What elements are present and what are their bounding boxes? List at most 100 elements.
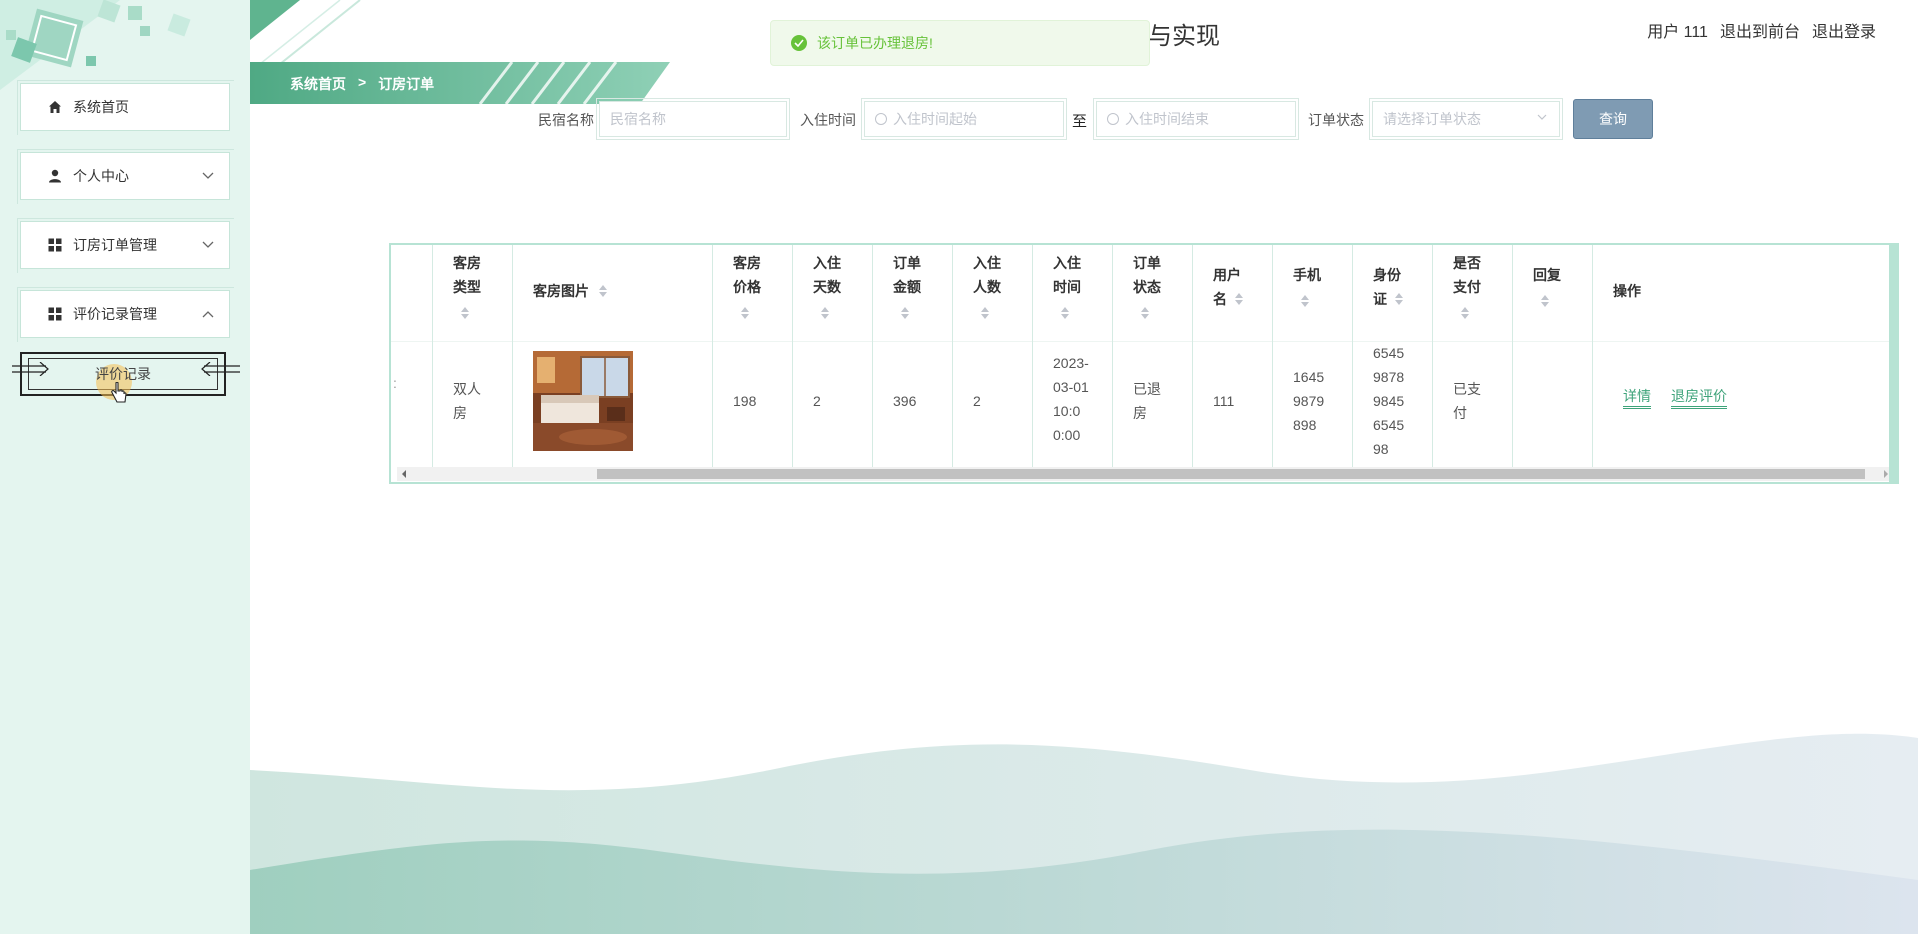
orders-table: : 客房 类型 双人房 客房图片 客房 价格 198 入住 天数 2 订单 金额… [389, 243, 1899, 484]
sort-icon[interactable] [1461, 307, 1469, 319]
header-days[interactable]: 入住 天数 [813, 251, 841, 299]
header-room-image[interactable]: 客房图片 [533, 279, 589, 303]
cell-order-status: 已退房 [1133, 381, 1161, 421]
cell-checkin-time: 2023- 03-01 10:0 0:00 [1053, 355, 1089, 443]
cell-room-price: 198 [733, 393, 757, 409]
table-column-paid: 是否 支付 已支付 [1433, 245, 1513, 467]
site-title: 与实现 [1148, 23, 1220, 50]
sidebar-item-label: 评价记录管理 [73, 306, 157, 322]
header-reply[interactable]: 回复 [1533, 263, 1561, 287]
range-separator: 至 [1072, 113, 1088, 130]
header-paid[interactable]: 是否 支付 [1453, 251, 1481, 299]
sidebar-item-label: 系统首页 [73, 99, 129, 115]
table-column-username: 用户名 111 [1193, 245, 1273, 467]
breadcrumb: 系统首页 > 订房订单 [290, 74, 434, 94]
table-column-clipped: : [391, 245, 433, 467]
breadcrumb-current: 订房订单 [378, 76, 435, 92]
table-column-days: 入住 天数 2 [793, 245, 873, 467]
clock-icon [875, 113, 887, 125]
user-icon [47, 168, 63, 184]
sort-icon[interactable] [1301, 295, 1309, 307]
checkin-end-input[interactable]: 入住时间结束 [1093, 98, 1299, 140]
grid-icon [47, 237, 63, 253]
order-status-placeholder: 请选择订单状态 [1383, 111, 1481, 127]
logout-link[interactable]: 退出登录 [1812, 18, 1876, 42]
header-amount[interactable]: 订单 金额 [893, 251, 921, 299]
sort-icon[interactable] [741, 307, 749, 319]
check-circle-icon [791, 35, 807, 51]
sort-icon[interactable] [901, 307, 909, 319]
sidebar-item-profile[interactable]: 个人中心 [17, 149, 234, 204]
sidebar-item-label: 个人中心 [73, 168, 129, 184]
breadcrumb-separator: > [358, 74, 367, 90]
cell-id-card: 6545 9878 9845 6545 98 [1373, 345, 1405, 457]
sort-icon[interactable] [1061, 307, 1069, 319]
table-column-order-status: 订单 状态 已退房 [1113, 245, 1193, 467]
sort-icon[interactable] [1541, 295, 1549, 307]
table-column-actions: 操作 详情 退房评价 [1593, 245, 1893, 467]
chevron-down-icon [197, 234, 219, 256]
sidebar-decoration [0, 0, 191, 90]
sort-icon[interactable] [1141, 307, 1149, 319]
sort-icon[interactable] [599, 285, 607, 297]
cell-guests: 2 [973, 393, 981, 409]
sidebar-subitem-label: 评价记录 [95, 366, 151, 382]
checkin-end-placeholder: 入住时间结束 [1125, 111, 1209, 127]
cell-username: 111 [1213, 393, 1235, 409]
arrow-right-icon [12, 362, 49, 376]
sort-icon[interactable] [1235, 293, 1243, 305]
chevron-down-icon [1537, 114, 1547, 120]
sidebar: 系统首页 个人中心 订房订单管理 评价记录管理 评价记录 [0, 0, 250, 934]
sidebar-item-label: 订房订单管理 [73, 237, 157, 253]
breadcrumb-home[interactable]: 系统首页 [290, 74, 346, 94]
chevron-down-icon [197, 165, 219, 187]
chevron-up-icon [197, 303, 219, 325]
cell-amount: 396 [893, 393, 917, 409]
cell-days: 2 [813, 393, 821, 409]
sort-icon[interactable] [461, 307, 469, 319]
query-button[interactable]: 查询 [1573, 99, 1653, 139]
home-icon [47, 99, 63, 115]
header-room-type[interactable]: 客房 类型 [453, 251, 481, 299]
header-order-status[interactable]: 订单 状态 [1133, 251, 1161, 299]
cell-phone: 1645 9879 898 [1293, 369, 1325, 433]
header-checkin-time[interactable]: 入住 时间 [1053, 251, 1081, 299]
detail-link[interactable]: 详情 [1623, 386, 1651, 409]
arrow-left-icon [201, 362, 240, 376]
cell-paid: 已支付 [1453, 381, 1481, 421]
grid-icon [47, 306, 63, 322]
scroll-right-icon[interactable] [1881, 469, 1891, 479]
sort-icon[interactable] [821, 307, 829, 319]
room-photo[interactable] [533, 351, 633, 451]
back-to-front-link[interactable]: 退出到前台 [1720, 18, 1800, 42]
sort-icon[interactable] [1395, 293, 1403, 305]
checkin-start-input[interactable]: 入住时间起始 [861, 98, 1067, 140]
sidebar-item-home[interactable]: 系统首页 [17, 80, 234, 135]
hand-cursor-icon [111, 382, 127, 403]
sidebar-subitem-review-records[interactable]: 评价记录 [12, 352, 240, 403]
horizontal-scrollbar[interactable] [397, 467, 1893, 481]
cell-room-type: 双人房 [453, 381, 481, 421]
table-column-amount: 订单 金额 396 [873, 245, 953, 467]
header-room-price[interactable]: 客房 价格 [733, 251, 761, 299]
scroll-left-icon[interactable] [399, 469, 409, 479]
header-phone[interactable]: 手机 [1293, 263, 1321, 287]
table-column-room-price: 客房 价格 198 [713, 245, 793, 467]
sort-icon[interactable] [981, 307, 989, 319]
table-column-checkin-time: 入住 时间 2023- 03-01 10:0 0:00 [1033, 245, 1113, 467]
sidebar-item-booking-management[interactable]: 订房订单管理 [17, 218, 234, 273]
order-status-select[interactable]: 请选择订单状态 [1369, 98, 1563, 140]
header-guests[interactable]: 入住 人数 [973, 251, 1001, 299]
homestay-name-input[interactable]: 民宿名称 [596, 98, 790, 140]
table-column-room-type: 客房 类型 双人房 [433, 245, 513, 467]
table-column-id-card: 身份证 6545 9878 9845 6545 98 [1353, 245, 1433, 467]
checkout-review-link[interactable]: 退房评价 [1671, 386, 1727, 409]
success-toast: 该订单已办理退房! [770, 20, 1150, 66]
homestay-name-label: 民宿名称 [538, 112, 594, 128]
homestay-name-placeholder: 民宿名称 [610, 111, 666, 127]
scrollbar-thumb[interactable] [597, 469, 1865, 479]
checkin-time-label: 入住时间 [800, 112, 856, 128]
order-status-label: 订单状态 [1308, 112, 1364, 128]
wave-background [250, 733, 1918, 934]
sidebar-item-review-management[interactable]: 评价记录管理 [17, 287, 234, 342]
